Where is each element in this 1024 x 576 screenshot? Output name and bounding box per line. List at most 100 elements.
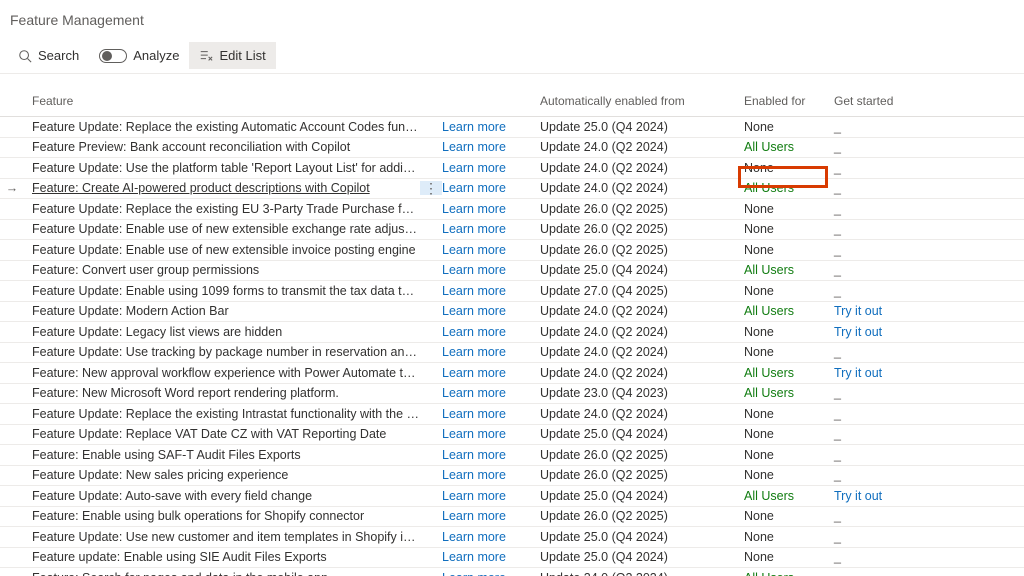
feature-name[interactable]: Feature Update: Legacy list views are hi… (24, 325, 420, 339)
learn-more-link[interactable]: Learn more (442, 120, 506, 134)
table-row[interactable]: Feature: Convert user group permissions L… (0, 261, 1024, 282)
try-it-out-link[interactable]: Try it out (834, 325, 882, 339)
learn-more-link[interactable]: Learn more (442, 345, 506, 359)
feature-name[interactable]: Feature: New Microsoft Word report rende… (24, 386, 420, 400)
feature-name[interactable]: Feature Update: Replace the existing EU … (24, 202, 420, 216)
learn-more-link[interactable]: Learn more (442, 448, 506, 462)
col-enabled-for[interactable]: Enabled for (744, 94, 834, 108)
enabled-for-value[interactable]: None (744, 468, 774, 482)
learn-more-link[interactable]: Learn more (442, 407, 506, 421)
enabled-for-value[interactable]: None (744, 325, 774, 339)
learn-more-link[interactable]: Learn more (442, 550, 506, 564)
table-row[interactable]: Feature Update: Auto-save with every fie… (0, 486, 1024, 507)
try-it-out-link[interactable]: Try it out (834, 366, 882, 380)
feature-name[interactable]: Feature Update: New sales pricing experi… (24, 468, 420, 482)
enabled-for-value[interactable]: All Users (744, 181, 794, 195)
try-it-out-link[interactable]: Try it out (834, 304, 882, 318)
learn-more-link[interactable]: Learn more (442, 284, 506, 298)
table-row[interactable]: Feature Update: Use new customer and ite… (0, 527, 1024, 548)
enabled-for-value[interactable]: None (744, 202, 774, 216)
feature-name[interactable]: Feature Update: Replace the existing Int… (24, 407, 420, 421)
enabled-for-value[interactable]: All Users (744, 571, 794, 576)
enabled-for-value[interactable]: None (744, 448, 774, 462)
table-row[interactable]: Feature: Search for pages and data in th… (0, 568, 1024, 576)
enabled-for-value[interactable]: None (744, 427, 774, 441)
learn-more-link[interactable]: Learn more (442, 243, 506, 257)
table-row[interactable]: Feature Update: Enable use of new extens… (0, 220, 1024, 241)
learn-more-link[interactable]: Learn more (442, 161, 506, 175)
learn-more-link[interactable]: Learn more (442, 304, 506, 318)
enabled-for-value[interactable]: All Users (744, 386, 794, 400)
learn-more-link[interactable]: Learn more (442, 222, 506, 236)
col-auto-enabled[interactable]: Automatically enabled from (540, 94, 744, 108)
col-feature[interactable]: Feature (24, 94, 420, 108)
table-row[interactable]: Feature Update: Use tracking by package … (0, 343, 1024, 364)
learn-more-link[interactable]: Learn more (442, 468, 506, 482)
enabled-for-value[interactable]: None (744, 345, 774, 359)
enabled-for-value[interactable]: All Users (744, 366, 794, 380)
feature-name[interactable]: Feature Update: Enable use of new extens… (24, 243, 420, 257)
feature-name[interactable]: Feature Update: Replace VAT Date CZ with… (24, 427, 420, 441)
enabled-for-value[interactable]: None (744, 284, 774, 298)
learn-more-link[interactable]: Learn more (442, 509, 506, 523)
table-row[interactable]: Feature: Enable using SAF-T Audit Files … (0, 445, 1024, 466)
learn-more-link[interactable]: Learn more (442, 386, 506, 400)
feature-name[interactable]: Feature: Enable using SAF-T Audit Files … (24, 448, 420, 462)
search-button[interactable]: Search (8, 42, 89, 69)
learn-more-link[interactable]: Learn more (442, 530, 506, 544)
feature-name[interactable]: Feature Update: Enable use of new extens… (24, 222, 420, 236)
learn-more-link[interactable]: Learn more (442, 263, 506, 277)
feature-name[interactable]: Feature update: Enable using SIE Audit F… (24, 550, 420, 564)
table-row[interactable]: Feature Update: Replace VAT Date CZ with… (0, 425, 1024, 446)
learn-more-link[interactable]: Learn more (442, 140, 506, 154)
enabled-for-value[interactable]: All Users (744, 263, 794, 277)
enabled-for-value[interactable]: All Users (744, 140, 794, 154)
table-row[interactable]: →Feature: Create AI-powered product desc… (0, 179, 1024, 200)
table-row[interactable]: Feature: Enable using bulk operations fo… (0, 507, 1024, 528)
enabled-for-value[interactable]: All Users (744, 489, 794, 503)
feature-name[interactable]: Feature: Create AI-powered product descr… (24, 181, 420, 195)
feature-name[interactable]: Feature Update: Use the platform table '… (24, 161, 420, 175)
enabled-for-value[interactable]: None (744, 509, 774, 523)
enabled-for-value[interactable]: None (744, 243, 774, 257)
more-icon[interactable]: ⋮ (424, 181, 438, 195)
learn-more-link[interactable]: Learn more (442, 571, 506, 576)
edit-list-button[interactable]: Edit List (189, 42, 275, 69)
learn-more-link[interactable]: Learn more (442, 489, 506, 503)
row-actions[interactable]: ⋮ (420, 181, 442, 195)
feature-name[interactable]: Feature: Enable using bulk operations fo… (24, 509, 420, 523)
feature-name[interactable]: Feature Update: Use tracking by package … (24, 345, 420, 359)
table-row[interactable]: Feature Update: Replace the existing EU … (0, 199, 1024, 220)
table-row[interactable]: Feature Update: New sales pricing experi… (0, 466, 1024, 487)
col-get-started[interactable]: Get started (834, 94, 934, 108)
feature-name[interactable]: Feature Update: Enable using 1099 forms … (24, 284, 420, 298)
learn-more-link[interactable]: Learn more (442, 427, 506, 441)
table-row[interactable]: Feature: New Microsoft Word report rende… (0, 384, 1024, 405)
analyze-toggle[interactable] (99, 49, 127, 63)
feature-name[interactable]: Feature Update: Replace the existing Aut… (24, 120, 420, 134)
feature-name[interactable]: Feature: Search for pages and data in th… (24, 571, 420, 576)
learn-more-link[interactable]: Learn more (442, 181, 506, 195)
learn-more-link[interactable]: Learn more (442, 325, 506, 339)
table-row[interactable]: Feature Preview: Bank account reconcilia… (0, 138, 1024, 159)
feature-name[interactable]: Feature Preview: Bank account reconcilia… (24, 140, 420, 154)
feature-name[interactable]: Feature: Convert user group permissions (24, 263, 420, 277)
table-row[interactable]: Feature Update: Modern Action BarLearn m… (0, 302, 1024, 323)
enabled-for-value[interactable]: None (744, 222, 774, 236)
table-row[interactable]: Feature Update: Legacy list views are hi… (0, 322, 1024, 343)
table-row[interactable]: Feature Update: Enable use of new extens… (0, 240, 1024, 261)
table-row[interactable]: Feature update: Enable using SIE Audit F… (0, 548, 1024, 569)
table-row[interactable]: Feature Update: Use the platform table '… (0, 158, 1024, 179)
enabled-for-value[interactable]: None (744, 161, 774, 175)
feature-name[interactable]: Feature Update: Auto-save with every fie… (24, 489, 420, 503)
enabled-for-value[interactable]: All Users (744, 304, 794, 318)
enabled-for-value[interactable]: None (744, 550, 774, 564)
table-row[interactable]: Feature Update: Replace the existing Int… (0, 404, 1024, 425)
try-it-out-link[interactable]: Try it out (834, 489, 882, 503)
learn-more-link[interactable]: Learn more (442, 366, 506, 380)
table-row[interactable]: Feature: New approval workflow experienc… (0, 363, 1024, 384)
table-row[interactable]: Feature Update: Replace the existing Aut… (0, 117, 1024, 138)
enabled-for-value[interactable]: None (744, 530, 774, 544)
table-row[interactable]: Feature Update: Enable using 1099 forms … (0, 281, 1024, 302)
enabled-for-value[interactable]: None (744, 120, 774, 134)
